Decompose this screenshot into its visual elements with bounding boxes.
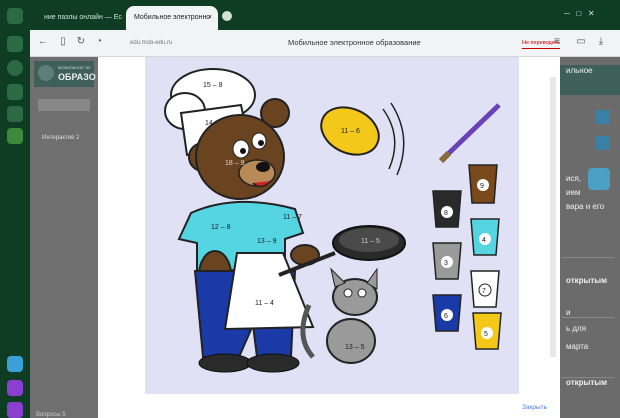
right-section-title[interactable]: открытым <box>566 378 607 387</box>
bucket-label: 5 <box>484 331 488 338</box>
collections-icon[interactable]: ▭ <box>574 35 588 49</box>
page-title: Мобильное электронное образование <box>288 38 421 47</box>
coloring-svg: 15 – 8 14 – 7 18 – 9 12 – 8 11 – 7 13 – … <box>164 68 502 373</box>
pancake-label: 11 – 6 <box>341 128 360 135</box>
right-panel-icon[interactable] <box>596 110 610 124</box>
modal-scrollbar[interactable] <box>550 77 556 357</box>
paint-bucket: 9 <box>468 164 498 204</box>
cat: 13 – 5 <box>300 267 378 364</box>
tab-puzzles[interactable]: ние пазлы онлайн — Ес <box>36 6 128 30</box>
coloring-illustration: 15 – 8 14 – 7 18 – 9 12 – 8 11 – 7 13 – … <box>145 57 519 394</box>
app-icon-blue[interactable] <box>7 356 23 372</box>
paint-bucket: 3 <box>432 242 462 280</box>
notifications-icon[interactable] <box>7 36 23 52</box>
extension-icon[interactable] <box>7 128 23 144</box>
bear-right-boot <box>246 353 300 373</box>
paint-bucket: 5 <box>472 312 502 350</box>
pancake: 11 – 6 <box>320 102 405 176</box>
right-text: ь для <box>566 324 587 333</box>
divider <box>562 257 614 258</box>
bucket-label: 9 <box>480 183 484 190</box>
close-tab-icon[interactable]: × <box>208 6 212 30</box>
logo-icon <box>38 65 54 81</box>
right-panel-icon-2[interactable] <box>596 136 610 150</box>
right-text: марта <box>566 342 589 351</box>
paint-bucket: 7 <box>470 270 500 308</box>
footer-text: Вопросы 5 <box>36 412 66 418</box>
paint-bucket: 6 <box>432 294 462 332</box>
download-icon[interactable]: ⤓ <box>594 35 608 49</box>
tab-label: ние пазлы онлайн — Ес <box>44 14 122 21</box>
bookmark-icon[interactable]: ≡ <box>550 35 564 49</box>
bear-left-boot <box>198 353 252 373</box>
history-icon[interactable] <box>7 60 23 76</box>
right-text: ися, <box>566 174 582 183</box>
tab-active[interactable]: Мобильное электронно × <box>126 6 218 30</box>
paintbrush <box>438 103 501 164</box>
right-text: ием <box>566 188 581 197</box>
right-panel <box>560 57 620 418</box>
window-controls[interactable]: ─ □ ✕ <box>564 9 595 18</box>
divider <box>562 317 614 318</box>
new-tab-icon[interactable] <box>222 11 232 21</box>
pan-label: 11 – 5 <box>361 238 380 245</box>
hat-top-label: 15 – 8 <box>203 82 223 89</box>
user-icon[interactable] <box>7 8 23 24</box>
left-label: Интерактив 2 <box>42 135 80 141</box>
close-button[interactable]: Закрыть <box>522 404 547 411</box>
right-text: и <box>566 308 571 317</box>
tab-bar: ние пазлы онлайн — Ес Мобильное электрон… <box>30 0 620 30</box>
left-tab[interactable] <box>38 99 90 111</box>
downloads-icon[interactable] <box>7 106 23 122</box>
wrench-icon[interactable] <box>588 168 610 190</box>
apron-label: 11 – 4 <box>255 300 274 307</box>
shirt-mid-label: 13 – 9 <box>257 238 277 245</box>
bucket-label: 3 <box>444 260 448 267</box>
paint-bucket: 4 <box>470 218 500 256</box>
shirt-right-label: 11 – 7 <box>283 214 302 221</box>
url-bar[interactable]: edu.mob-edu.ru <box>130 34 172 52</box>
app-icon-purple-2[interactable] <box>7 402 23 418</box>
lock-icon: ◔ <box>95 36 103 47</box>
reload-icon[interactable]: ↻ <box>74 35 88 49</box>
app-icon-purple[interactable] <box>7 380 23 396</box>
page-icon[interactable]: ▯ <box>56 35 70 49</box>
paint-bucket: 8 <box>432 190 462 228</box>
shirt-left-label: 12 – 8 <box>211 224 231 231</box>
tab-label: Мобильное электронно <box>134 14 211 21</box>
right-section-title[interactable]: открытым <box>566 276 607 285</box>
address-toolbar: ← ▯ ↻ ◔ edu.mob-edu.ru Мобильное электро… <box>30 30 620 57</box>
bucket-label: 7 <box>482 288 486 295</box>
cat-label: 13 – 5 <box>345 344 365 351</box>
right-header-text: ильное <box>566 66 593 75</box>
bucket-label: 6 <box>444 313 448 320</box>
browser-sidebar <box>0 0 30 418</box>
right-text: вара и его <box>566 202 605 211</box>
bookmarks-icon[interactable] <box>7 84 23 100</box>
face-label: 18 – 9 <box>225 160 245 167</box>
back-icon[interactable]: ← <box>36 35 50 49</box>
site-logo: МОБИЛЬНОЕ ЭЛ ОБРАЗО <box>34 61 96 87</box>
bucket-label: 4 <box>482 237 486 244</box>
bucket-label: 8 <box>444 210 448 217</box>
